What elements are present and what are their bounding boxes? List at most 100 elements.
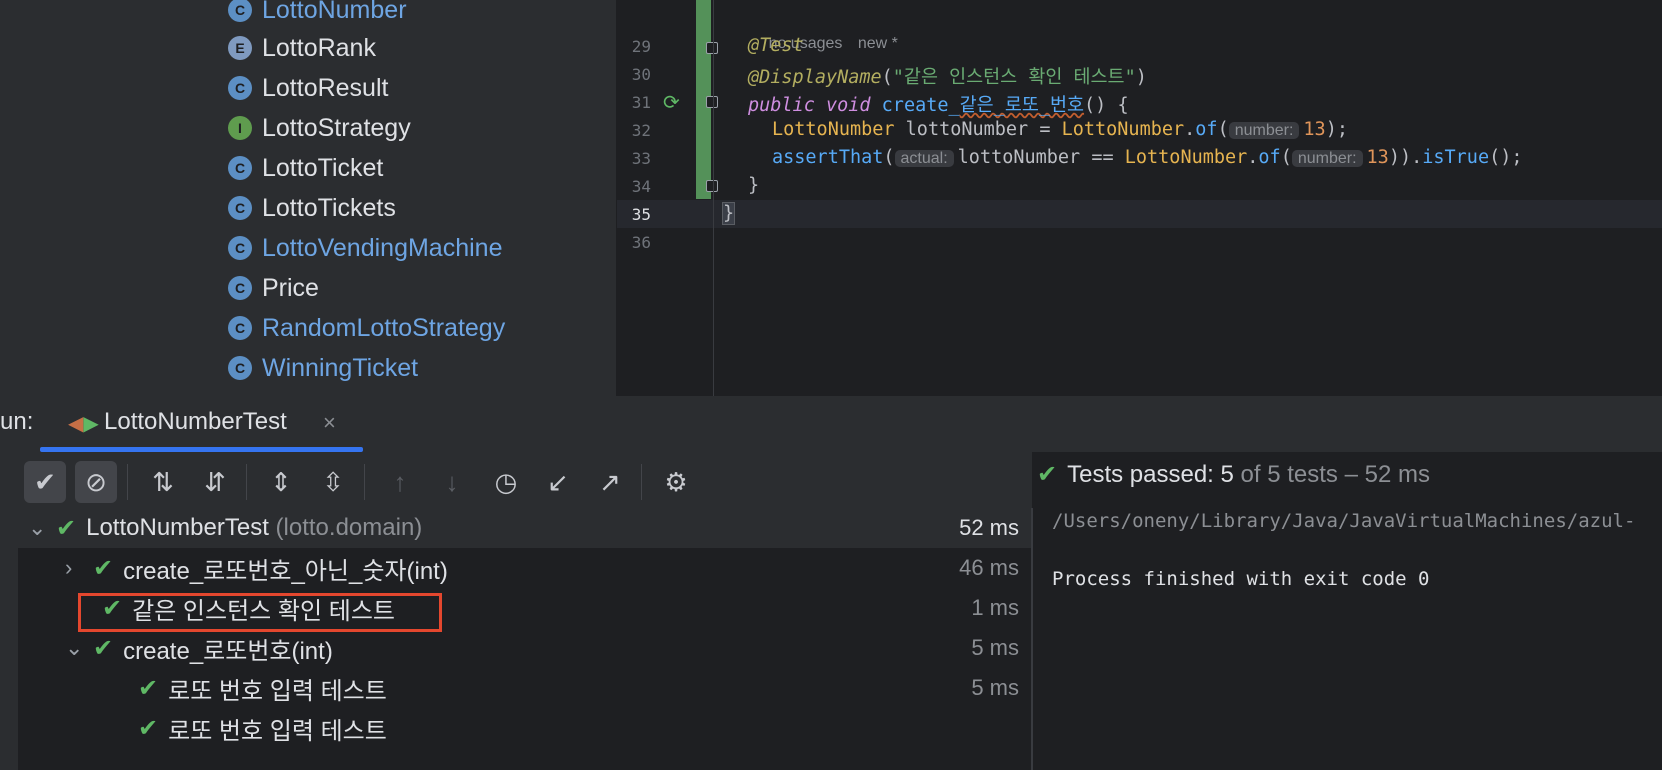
code-token: );: [1325, 119, 1348, 140]
tree-item-label: LottoResult: [262, 73, 389, 102]
code-line-35: }: [721, 202, 736, 225]
test-duration: 5 ms: [971, 635, 1019, 660]
tree-item-lottonumber[interactable]: C LottoNumber: [228, 0, 407, 26]
console-java-path: /Users/oneny/Library/Java/JavaVirtualMac…: [1052, 510, 1636, 532]
code-token: ();: [1489, 147, 1523, 168]
tree-item-price[interactable]: C Price: [228, 272, 319, 304]
tree-item-label: WinningTicket: [262, 353, 419, 382]
project-tree: C LottoNumber E LottoRank C LottoResult …: [0, 0, 616, 396]
keyword: public: [748, 95, 815, 116]
parameter-hint: number:: [1291, 150, 1363, 167]
code-editor[interactable]: 29 30 31 32 33 34 35 36 ⟳ no usages new …: [617, 0, 1662, 396]
code-token: ): [1135, 67, 1147, 88]
method-name-typo: 같은_로또_번호: [959, 95, 1085, 116]
toolbar-separator: [641, 464, 642, 500]
code-token: )): [1388, 147, 1412, 168]
tree-item-label: RandomLottoStrategy: [262, 313, 506, 342]
code-token: (: [881, 67, 893, 88]
editor-gutter: 29 30 31 32 33 34 35 36 ⟳: [617, 0, 718, 396]
tree-item-lottotickets[interactable]: C LottoTickets: [228, 192, 396, 224]
code-token: lottoNumber =: [894, 119, 1062, 140]
class-icon: C: [228, 196, 252, 220]
tree-item-lottoresult[interactable]: C LottoResult: [228, 72, 388, 104]
number-literal: 13: [1366, 147, 1389, 168]
test-suite-label: LottoNumberTest: [86, 514, 269, 541]
line-number: 29: [631, 37, 651, 56]
class-icon: C: [228, 76, 252, 100]
code-token: (: [1280, 147, 1292, 168]
prev-failed-icon[interactable]: ↑: [379, 461, 421, 503]
string-literal: "같은 인스턴스 확인 테스트": [892, 67, 1136, 88]
chevron-right-icon[interactable]: ›: [65, 555, 93, 581]
passed-check-icon: ✔: [93, 554, 114, 582]
chevron-down-icon[interactable]: ⌄: [28, 515, 56, 541]
enum-icon: E: [228, 36, 252, 60]
chevron-down-icon[interactable]: ⌄: [65, 635, 93, 661]
next-failed-icon[interactable]: ↓: [431, 461, 473, 503]
tree-item-randomlottostrategy[interactable]: C RandomLottoStrategy: [228, 312, 505, 344]
settings-icon[interactable]: ⚙: [655, 461, 697, 503]
toolbar-separator: [127, 464, 128, 500]
number-literal: 13: [1303, 119, 1326, 140]
tree-item-lottostrategy[interactable]: I LottoStrategy: [228, 112, 411, 144]
expand-all-icon[interactable]: ⇕: [260, 461, 302, 503]
check-icon: ✔: [1037, 461, 1058, 488]
passed-check-icon: ✔: [56, 514, 77, 542]
close-tab-icon[interactable]: ×: [323, 410, 336, 436]
fold-marker-icon[interactable]: [706, 180, 718, 192]
line-number: 30: [631, 65, 651, 84]
sort-duration-icon[interactable]: ⇵: [194, 461, 236, 503]
export-tests-icon[interactable]: ↗: [589, 461, 631, 503]
method-call: assertThat: [772, 147, 884, 168]
method-call: of: [1258, 147, 1281, 168]
test-row[interactable]: › ✔ create_로또번호_아닌_숫자(int) 46 ms: [65, 548, 1031, 588]
test-row[interactable]: ✔ 로또 번호 입력 테스트: [138, 708, 1031, 748]
class-name: LottoNumber: [1061, 119, 1185, 140]
toolbar-separator: [364, 464, 365, 500]
code-token: }: [748, 175, 760, 196]
tree-item-lottovendingmachine[interactable]: C LottoVendingMachine: [228, 232, 502, 264]
line-number: 34: [631, 177, 651, 196]
code-token: (: [1217, 119, 1229, 140]
test-row[interactable]: ✔ 로또 번호 입력 테스트 5 ms: [138, 668, 1031, 708]
line-number: 31: [631, 93, 651, 112]
test-label: 로또 번호 입력 테스트: [168, 717, 387, 745]
code-line-34: }: [748, 175, 759, 196]
new-hint: new *: [857, 35, 898, 52]
tree-item-lottorank[interactable]: E LottoRank: [228, 32, 376, 64]
interface-icon: I: [228, 116, 252, 140]
code-token: lottoNumber ==: [957, 147, 1125, 168]
left-tool-strip: [0, 452, 19, 770]
class-icon: C: [228, 316, 252, 340]
method-name: create_: [881, 95, 960, 116]
fold-marker-icon[interactable]: [706, 96, 718, 108]
console-output[interactable]: /Users/oneny/Library/Java/JavaVirtualMac…: [1033, 508, 1662, 770]
tree-item-label: LottoStrategy: [262, 113, 411, 142]
code-line-32: LottoNumber lottoNumber = LottoNumber.of…: [772, 119, 1348, 140]
annotation-displayname: @DisplayName: [748, 67, 882, 88]
code-token: .: [1184, 119, 1196, 140]
sort-alpha-icon[interactable]: ⇅: [142, 461, 184, 503]
fold-marker-icon[interactable]: [706, 42, 718, 54]
code-token: (: [883, 147, 895, 168]
run-test-gutter-icon[interactable]: ⟳: [663, 90, 680, 115]
show-passed-icon[interactable]: ✔: [24, 461, 66, 503]
parameter-hint: actual:: [894, 150, 954, 167]
collapse-all-icon[interactable]: ⇳: [312, 461, 354, 503]
code-line-33: assertThat(actual: lottoNumber == LottoNu…: [772, 147, 1523, 168]
test-duration: 1 ms: [971, 595, 1019, 620]
tree-item-lottoticket[interactable]: C LottoTicket: [228, 152, 383, 184]
import-tests-icon[interactable]: ↙: [537, 461, 579, 503]
tree-item-winningticket[interactable]: C WinningTicket: [228, 352, 418, 384]
matched-brace: }: [721, 202, 736, 225]
test-row[interactable]: ⌄ ✔ create_로또번호(int) 5 ms: [65, 628, 1031, 668]
tests-status: ✔ Tests passed: 5 of 5 tests – 52 ms: [1037, 460, 1430, 489]
show-ignored-icon[interactable]: ⊘: [75, 461, 117, 503]
test-suite-row[interactable]: ⌄ ✔ LottoNumberTest (lotto.domain) 52 ms: [28, 508, 1031, 548]
tests-passed-detail: of 5 tests – 52 ms: [1240, 460, 1430, 488]
test-duration: 46 ms: [959, 555, 1019, 580]
class-icon: C: [228, 156, 252, 180]
line-number: 33: [631, 149, 651, 168]
run-tab-title[interactable]: LottoNumberTest: [104, 408, 287, 436]
history-icon[interactable]: ◷: [485, 461, 527, 503]
